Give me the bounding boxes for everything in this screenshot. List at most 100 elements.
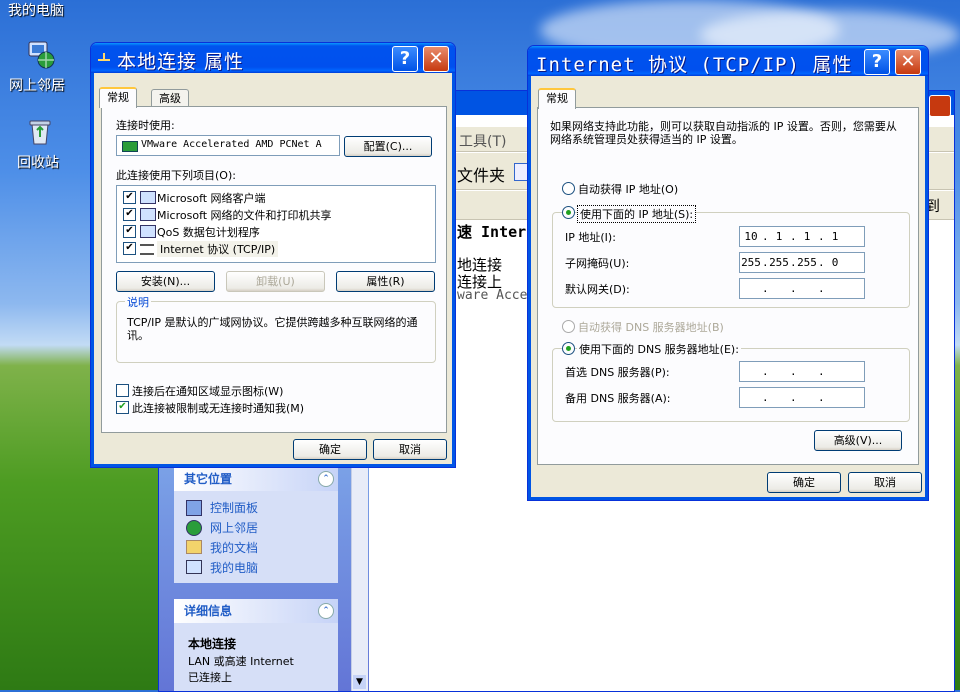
item-label: Internet 协议 (TCP/IP): [157, 241, 279, 257]
tab-general[interactable]: 常规: [99, 87, 137, 108]
protocol-icon: [140, 244, 154, 255]
link-my-computer[interactable]: 我的电脑: [210, 559, 258, 576]
description-group: 说明 TCP/IP 是默认的广域网协议。它提供跨越多种互联网络的通讯。: [116, 294, 436, 363]
ip-octet: 1: [803, 230, 811, 243]
scroll-down-icon[interactable]: ▼: [353, 675, 366, 689]
connection-title-icon: [97, 52, 111, 62]
ip-address-input[interactable]: 10. 1. 1. 1: [739, 226, 865, 247]
connect-using-label: 连接时使用:: [116, 119, 175, 132]
show-icon-checkbox[interactable]: [116, 384, 129, 397]
cancel-button[interactable]: 取消: [848, 472, 922, 493]
service-icon: [140, 225, 156, 238]
notify-label: 此连接被限制或无连接时通知我(M): [132, 402, 305, 415]
preferred-dns-input[interactable]: ...: [739, 361, 865, 382]
item-label: QoS 数据包计划程序: [157, 226, 260, 239]
list-item[interactable]: ✔ Microsoft 网络的文件和打印机共享: [117, 206, 435, 222]
properties-button[interactable]: 属性(R): [336, 271, 435, 292]
props-title: 本地连接 属性: [117, 51, 245, 73]
link-my-documents[interactable]: 我的文档: [210, 539, 258, 556]
ok-button[interactable]: 确定: [767, 472, 841, 493]
dns-group: 使用下面的 DNS 服务器地址(E): 首选 DNS 服务器(P): ... 备…: [552, 341, 910, 422]
gateway-label: 默认网关(D):: [565, 283, 630, 296]
item-checkbox[interactable]: ✔: [123, 225, 136, 238]
ok-button[interactable]: 确定: [293, 439, 367, 460]
task-pane-scrollbar[interactable]: ▼: [351, 461, 368, 691]
use-dns-radio[interactable]: [562, 342, 575, 355]
uninstall-button: 卸载(U): [226, 271, 325, 292]
intro-text: 如果网络支持此功能，则可以获取自动指派的 IP 设置。否则，您需要从网络系统管理…: [550, 120, 897, 146]
list-item[interactable]: ✔ QoS 数据包计划程序: [117, 223, 435, 239]
auto-ip-label: 自动获得 IP 地址(O): [578, 183, 679, 196]
tab-general[interactable]: 常规: [538, 88, 576, 109]
ip-address-label: IP 地址(I):: [565, 231, 616, 244]
install-button[interactable]: 安装(N)...: [116, 271, 215, 292]
desktop-icon-my-computer-label[interactable]: 我的电脑: [8, 0, 64, 20]
explorer-close-icon[interactable]: [929, 95, 951, 117]
close-icon[interactable]: ✕: [423, 46, 449, 72]
configure-button[interactable]: 配置(C)...: [344, 136, 432, 157]
components-list[interactable]: ✔ Microsoft 网络客户端 ✔ Microsoft 网络的文件和打印机共…: [116, 185, 436, 263]
ip-octet: 1: [775, 230, 783, 243]
list-item[interactable]: ✔ Internet 协议 (TCP/IP): [117, 240, 435, 257]
tab-advanced[interactable]: 高级: [151, 89, 189, 107]
control-panel-icon: [186, 500, 202, 516]
subnet-mask-label: 子网掩码(U):: [565, 257, 630, 270]
tcpip-title-bar: Internet 协议 (TCP/IP) 属性 ? ✕: [528, 46, 928, 76]
items-label: 此连接使用下列项目(O):: [116, 169, 236, 182]
advanced-button[interactable]: 高级(V)...: [814, 430, 902, 451]
menu-tools[interactable]: 工具(T): [459, 131, 506, 151]
connection-device-partial: ware Acce: [457, 288, 528, 303]
link-network-places[interactable]: 网上邻居: [210, 519, 258, 536]
close-icon[interactable]: ✕: [895, 49, 921, 75]
client-icon: [140, 191, 156, 204]
auto-ip-radio[interactable]: [562, 182, 575, 195]
subnet-mask-input[interactable]: 255.255.255. 0: [739, 252, 865, 273]
general-tab-panel: 连接时使用: VMware Accelerated AMD PCNet A 配置…: [101, 106, 447, 433]
recycle-bin-icon[interactable]: [24, 116, 56, 148]
collapse-icon[interactable]: ⌃: [318, 471, 334, 487]
desktop-icon-network-label[interactable]: 网上邻居: [9, 75, 65, 95]
item-checkbox[interactable]: ✔: [123, 191, 136, 204]
desktop-icon-recycle-label[interactable]: 回收站: [17, 152, 59, 172]
auto-dns-label: 自动获得 DNS 服务器地址(B): [578, 321, 724, 334]
item-label: Microsoft 网络客户端: [157, 192, 266, 205]
notify-checkbox[interactable]: ✔: [116, 401, 129, 414]
service-icon: [140, 208, 156, 221]
network-places-icon[interactable]: [24, 38, 56, 70]
ip-octet: 1: [831, 230, 839, 243]
gateway-input[interactable]: ...: [739, 278, 865, 299]
network-adapter-icon: [122, 141, 138, 152]
local-connection-properties-dialog: 本地连接 属性 ? ✕ 常规 高级 连接时使用: VMware Accelera…: [90, 42, 456, 468]
description-text: TCP/IP 是默认的广域网协议。它提供跨越多种互联网络的通讯。: [127, 316, 418, 342]
alternate-dns-input[interactable]: ...: [739, 387, 865, 408]
details-status: 已连接上: [188, 671, 232, 684]
use-ip-radio[interactable]: [562, 206, 575, 219]
details-type: LAN 或高速 Internet: [188, 655, 294, 668]
tcpip-body: 常规 如果网络支持此功能，则可以获取自动指派的 IP 设置。否则，您需要从网络系…: [532, 76, 924, 496]
help-icon[interactable]: ?: [392, 46, 418, 72]
cancel-button[interactable]: 取消: [373, 439, 447, 460]
tcpip-title: Internet 协议 (TCP/IP) 属性: [536, 54, 853, 76]
item-checkbox[interactable]: ✔: [123, 242, 136, 255]
ip-octet: 10: [744, 230, 758, 243]
details-panel: 详细信息 ⌃ 本地连接 LAN 或高速 Internet 已连接上: [174, 599, 338, 691]
help-icon[interactable]: ?: [864, 49, 890, 75]
other-places-title[interactable]: 其它位置: [174, 467, 338, 491]
props-title-bar: 本地连接 属性 ? ✕: [91, 43, 455, 73]
use-ip-label: 使用下面的 IP 地址(S):: [577, 205, 697, 223]
item-label: Microsoft 网络的文件和打印机共享: [157, 209, 332, 222]
my-computer-icon: [186, 560, 202, 574]
folders-button[interactable]: 文件夹: [457, 162, 505, 186]
ip-octet: 0: [831, 256, 839, 269]
details-title[interactable]: 详细信息: [174, 599, 338, 623]
alternate-dns-label: 备用 DNS 服务器(A):: [565, 392, 671, 405]
ip-octet: 255: [769, 256, 789, 269]
collapse-icon[interactable]: ⌃: [318, 603, 334, 619]
connection-header-partial: 速 Inter: [457, 223, 527, 241]
adapter-field: VMware Accelerated AMD PCNet A: [116, 135, 340, 156]
tcpip-properties-dialog: Internet 协议 (TCP/IP) 属性 ? ✕ 常规 如果网络支持此功能…: [527, 45, 929, 501]
network-places-icon: [186, 520, 202, 536]
list-item[interactable]: ✔ Microsoft 网络客户端: [117, 189, 435, 205]
item-checkbox[interactable]: ✔: [123, 208, 136, 221]
link-control-panel[interactable]: 控制面板: [210, 499, 258, 516]
